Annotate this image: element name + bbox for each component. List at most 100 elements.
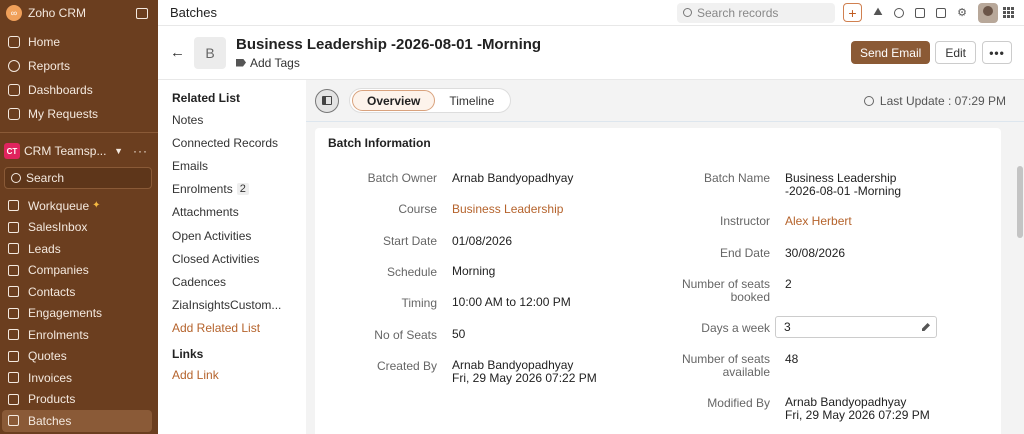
add-tags-link[interactable]: Add Tags — [236, 56, 851, 70]
module-label: Invoices — [28, 370, 73, 385]
related-closed-activities[interactable]: Closed Activities — [172, 247, 306, 270]
main-scrollbar[interactable] — [1016, 128, 1024, 434]
module-label: Enrolments — [28, 327, 89, 342]
module-products[interactable]: Products — [0, 389, 158, 411]
related-emails[interactable]: Emails — [172, 154, 306, 177]
team-name: CRM Teamsp... — [24, 144, 107, 158]
schedule-value[interactable]: Morning — [452, 265, 495, 278]
links-header: Links — [172, 346, 204, 361]
nav-reports[interactable]: Reports — [0, 54, 158, 78]
apps-grid-icon[interactable] — [1003, 7, 1014, 18]
tab-overview[interactable]: Overview — [352, 90, 436, 111]
module-workqueue[interactable]: Workqueue ✦ — [0, 195, 158, 217]
nav-label: Reports — [28, 59, 71, 73]
timing-label: Timing — [401, 296, 437, 310]
related-notes[interactable]: Notes — [172, 108, 306, 131]
batch-owner-value[interactable]: Arnab Bandyopadhyay — [452, 172, 573, 185]
end-date-label: End Date — [719, 246, 770, 260]
search-records-input[interactable]: Search records — [677, 2, 835, 23]
chevron-down-icon[interactable]: ▼ — [114, 146, 123, 156]
tab-timeline[interactable]: Timeline — [435, 90, 508, 111]
batch-information-card: Batch Information Batch Owner Arnab Band… — [315, 128, 1001, 434]
bell-icon[interactable] — [891, 5, 907, 21]
nav-my-requests[interactable]: My Requests — [0, 102, 158, 126]
related-connected-records[interactable]: Connected Records — [172, 131, 306, 154]
related-cadences[interactable]: Cadences — [172, 270, 306, 293]
scrollbar-thumb[interactable] — [1017, 166, 1023, 238]
batch-name-line2[interactable]: -2026-08-01 -Morning — [785, 185, 901, 198]
nav-label: Dashboards — [28, 83, 93, 97]
module-companies[interactable]: Companies — [0, 260, 158, 282]
requests-icon — [8, 108, 20, 120]
no-of-seats-value[interactable]: 50 — [452, 328, 465, 341]
sparkle-icon: ✦ — [92, 200, 101, 212]
reports-icon — [8, 60, 20, 72]
main-content: Overview Timeline Last Update : 07:29 PM… — [306, 80, 1024, 434]
start-date-value[interactable]: 01/08/2026 — [452, 235, 512, 248]
module-engagements[interactable]: Engagements — [0, 303, 158, 325]
section-title: Batch Information — [328, 136, 431, 150]
instructor-value-link[interactable]: Alex Herbert — [785, 215, 852, 228]
start-date-label: Start Date — [382, 234, 437, 248]
nav-home[interactable]: Home — [0, 30, 158, 54]
sidebar-search-input[interactable]: Search — [4, 167, 152, 189]
module-contacts[interactable]: Contacts — [0, 281, 158, 303]
enrolments-count-badge: 2 — [236, 183, 249, 196]
created-at-value: Fri, 29 May 2026 07:22 PM — [452, 371, 597, 385]
brand-bar: ∞ Zoho CRM — [0, 0, 158, 26]
module-label: Engagements — [28, 306, 103, 321]
create-new-button[interactable]: + — [843, 3, 862, 22]
search-icon — [11, 173, 21, 183]
module-enrolments[interactable]: Enrolments — [0, 324, 158, 346]
home-icon — [8, 36, 20, 48]
calendar-icon[interactable] — [912, 5, 928, 21]
related-ziainsights[interactable]: ZiaInsightsCustom... — [172, 294, 306, 317]
end-date-value[interactable]: 30/08/2026 — [785, 247, 845, 260]
module-label: Quotes — [28, 349, 67, 364]
record-title: Business Leadership -2026-08-01 -Morning — [236, 35, 542, 53]
module-label: SalesInbox — [28, 220, 88, 235]
add-related-list-link[interactable]: Add Related List — [172, 317, 306, 340]
edit-button[interactable]: Edit — [935, 41, 976, 64]
timing-value[interactable]: 10:00 AM to 12:00 PM — [452, 296, 571, 309]
nav-dashboards[interactable]: Dashboards — [0, 78, 158, 102]
module-label: Companies — [28, 263, 89, 278]
module-batches[interactable]: Batches — [2, 410, 152, 432]
pencil-edit-icon[interactable] — [922, 323, 930, 331]
course-value-link[interactable]: Business Leadership — [452, 203, 563, 216]
seats-available-value: 48 — [785, 352, 799, 366]
module-label: Products — [28, 392, 76, 407]
send-email-button[interactable]: Send Email — [850, 41, 931, 64]
back-arrow-icon[interactable]: ← — [170, 44, 190, 61]
seats-available-label-line2: available — [722, 365, 770, 379]
related-open-activities[interactable]: Open Activities — [172, 224, 306, 247]
nav-label: My Requests — [28, 107, 99, 121]
team-switcher[interactable]: CT CRM Teamsp... ▼ ··· — [0, 139, 158, 163]
module-invoices[interactable]: Invoices — [0, 367, 158, 389]
nav-label: Home — [28, 35, 61, 49]
more-actions-button[interactable]: ••• — [982, 41, 1012, 64]
module-leads[interactable]: Leads — [0, 238, 158, 260]
related-list-header: Related List — [172, 91, 241, 105]
sidebar-collapse-icon[interactable] — [136, 7, 148, 19]
panel-icon — [322, 96, 332, 105]
marketplace-icon[interactable] — [933, 5, 949, 21]
more-options-icon[interactable]: ··· — [133, 144, 148, 158]
last-update: Last Update : 07:29 PM — [863, 94, 1006, 108]
instructor-label: Instructor — [719, 214, 770, 228]
add-link[interactable]: Add Link — [172, 364, 306, 387]
tag-icon — [236, 58, 246, 67]
days-a-week-input[interactable]: 3 — [775, 316, 937, 338]
module-quotes[interactable]: Quotes — [0, 346, 158, 368]
module-salesinbox[interactable]: SalesInbox — [0, 217, 158, 239]
related-enrolments[interactable]: Enrolments 2 — [172, 178, 306, 201]
related-attachments[interactable]: Attachments — [172, 201, 306, 224]
user-avatar[interactable] — [978, 2, 998, 23]
toggle-panel-button[interactable] — [315, 88, 339, 113]
record-avatar: B — [194, 36, 226, 69]
zia-icon[interactable]: ⛰ — [870, 5, 886, 21]
view-tabs: Overview Timeline — [349, 88, 512, 113]
salesinbox-icon — [8, 221, 19, 233]
module-label: Workqueue — [28, 198, 90, 213]
settings-gear-icon[interactable]: ⚙ — [954, 5, 970, 21]
